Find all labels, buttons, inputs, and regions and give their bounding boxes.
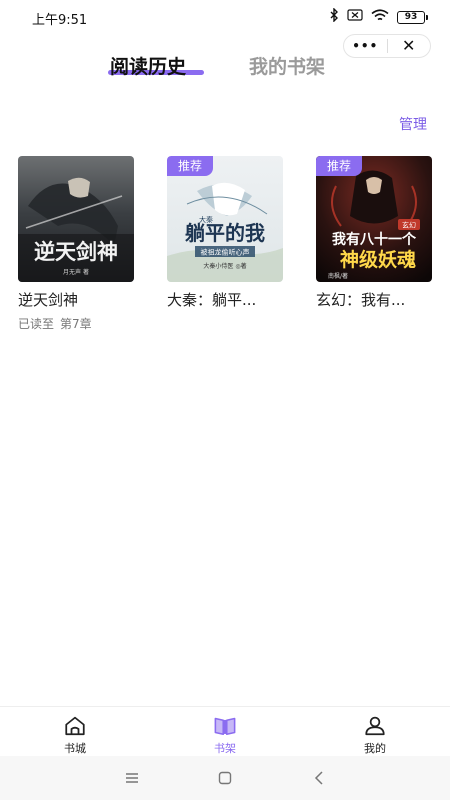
menu-icon[interactable] [122, 768, 142, 788]
cover-tag-text: 玄幻 [402, 221, 416, 230]
reading-progress: 已读至 第7章 [18, 315, 134, 332]
book-card[interactable]: 逆天剑神 月无声 著 逆天剑神 已读至 第7章 [18, 156, 134, 332]
cover-author-text: 南枫/著 [328, 272, 348, 280]
nav-item-bookshelf[interactable]: 书架 [150, 707, 300, 756]
progress-label: 已读至 [18, 317, 55, 331]
nav-label: 书城 [64, 742, 86, 755]
back-icon[interactable] [309, 768, 329, 788]
tab-my-bookshelf[interactable]: 我的书架 [249, 52, 325, 79]
nav-label: 书架 [214, 742, 236, 755]
book-title: 大秦：躺平... [167, 291, 257, 309]
recommend-badge: 推荐 [316, 156, 362, 176]
nav-item-bookstore[interactable]: 书城 [0, 707, 150, 756]
book-cover[interactable]: 逆天剑神 月无声 著 [18, 156, 134, 282]
close-button[interactable]: ✕ [388, 35, 431, 57]
cover-title-text: 我有八十一个 [332, 231, 417, 248]
book-card[interactable]: 玄幻 我有八十一个 神级妖魂 南枫/著 推荐 玄幻：我有... [316, 156, 432, 310]
miniprogram-capsule: ••• ✕ [343, 34, 431, 58]
tab-reading-history[interactable]: 阅读历史 [110, 52, 186, 79]
book-card[interactable]: 大秦 躺平的我 被祖龙偷听心声 大秦小侍医 ◎著 推荐 大秦：躺平... [167, 156, 283, 310]
cover-title-text: 逆天剑神 [34, 239, 118, 264]
home-icon [65, 716, 85, 736]
status-time: 上午9:51 [32, 13, 88, 28]
nav-label: 我的 [364, 742, 386, 755]
book-title: 玄幻：我有... [316, 291, 406, 309]
nav-item-mine[interactable]: 我的 [300, 707, 450, 756]
progress-chapter: 第7章 [60, 317, 92, 331]
system-navigation-bar [0, 756, 450, 800]
bluetooth-icon [329, 7, 339, 26]
cover-title-text-2: 神级妖魂 [340, 248, 416, 271]
battery-icon: 93 [397, 10, 428, 24]
recommend-badge: 推荐 [167, 156, 213, 176]
more-dots-icon: ••• [352, 39, 379, 53]
cover-title-text: 躺平的我 [185, 221, 265, 245]
wifi-icon [371, 8, 389, 26]
manage-button[interactable]: 管理 [399, 114, 427, 134]
sim-off-icon [347, 9, 363, 25]
more-button[interactable]: ••• [344, 35, 387, 57]
home-square-icon[interactable] [215, 768, 235, 788]
book-cover[interactable]: 玄幻 我有八十一个 神级妖魂 南枫/著 推荐 [316, 156, 432, 282]
cover-author-text: 大秦小侍医 ◎著 [203, 262, 246, 270]
cover-subtitle-text: 被祖龙偷听心声 [201, 248, 250, 257]
status-icons: 93 [329, 7, 428, 26]
book-cover[interactable]: 大秦 躺平的我 被祖龙偷听心声 大秦小侍医 ◎著 推荐 [167, 156, 283, 282]
bottom-navigation: 书城 书架 我的 [0, 706, 450, 756]
book-title: 逆天剑神 [18, 291, 79, 309]
status-bar: 上午9:51 93 [0, 0, 450, 32]
close-icon: ✕ [402, 36, 416, 55]
book-icon [214, 717, 236, 736]
cover-author-text: 月无声 著 [63, 268, 89, 276]
user-icon [365, 716, 385, 736]
battery-level: 93 [397, 10, 425, 24]
